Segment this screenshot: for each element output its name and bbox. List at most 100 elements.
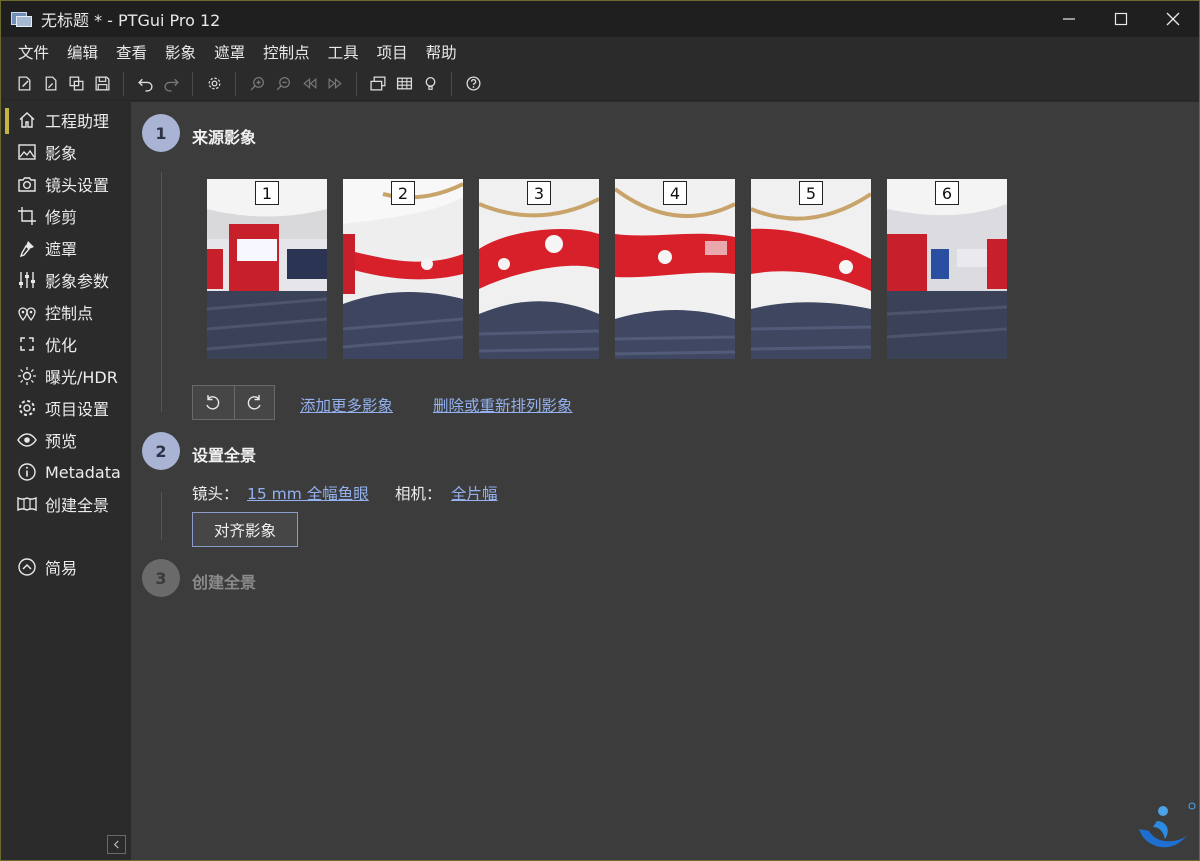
lightbulb-icon: [425, 77, 435, 90]
sidebar-item-create-panorama[interactable]: 创建全景: [1, 490, 131, 518]
toolbar-separator: [123, 71, 124, 96]
sidebar-item-image-parameters[interactable]: 影象参数: [1, 266, 131, 294]
sidebar-item-optimize[interactable]: 优化: [1, 330, 131, 358]
sidebar-item-project-assistant[interactable]: 工程助理: [1, 106, 131, 134]
grid-icon: [396, 77, 412, 90]
sidebar-item-exposure-hdr[interactable]: 曝光/HDR: [1, 362, 131, 390]
previous-button[interactable]: [296, 71, 322, 97]
zoom-in-button[interactable]: [244, 71, 270, 97]
undo-button[interactable]: [132, 71, 158, 97]
collapse-sidebar-button[interactable]: [107, 835, 126, 854]
sidebar-item-preview[interactable]: 预览: [1, 426, 131, 454]
toolbar-separator: [356, 71, 357, 96]
rotate-left-button[interactable]: [193, 386, 234, 419]
step-3-title: 创建全景: [192, 573, 257, 592]
lens-setting-link[interactable]: 15 mm 全幅鱼眼: [247, 482, 369, 504]
copy-button[interactable]: [63, 71, 89, 97]
align-images-button[interactable]: 对齐影象: [192, 512, 298, 547]
crop-icon: [18, 207, 36, 225]
image-thumbnail[interactable]: 3: [479, 179, 599, 359]
sidebar-item-label: 控制点: [45, 304, 94, 323]
panorama-icon: [17, 496, 37, 512]
ptgui-app-icon: [11, 10, 33, 28]
settings-button[interactable]: [201, 71, 227, 97]
step-1-title: 来源影象: [192, 128, 257, 147]
rewind-icon: [302, 78, 316, 89]
step-2-title: 设置全景: [192, 446, 257, 465]
rotate-left-icon: [206, 394, 220, 410]
sidebar-item-label: 预览: [45, 432, 78, 451]
thumbnail-number: 2: [391, 181, 415, 205]
menu-project[interactable]: 项目: [368, 41, 417, 63]
add-more-images-link[interactable]: 添加更多影象: [300, 394, 393, 416]
minimize-icon: [1063, 18, 1075, 20]
rotate-right-button[interactable]: [233, 386, 275, 419]
sun-icon: [18, 367, 36, 385]
close-button[interactable]: [1147, 1, 1199, 37]
delete-or-reorder-images-link[interactable]: 删除或重新排列影象: [433, 394, 573, 416]
sidebar-item-label: 曝光/HDR: [45, 368, 118, 387]
next-button[interactable]: [322, 71, 348, 97]
sidebar-item-label: 项目设置: [45, 400, 110, 419]
toolbar-separator: [235, 71, 236, 96]
minimize-button[interactable]: [1043, 1, 1095, 37]
tips-button[interactable]: [417, 71, 443, 97]
zoom-out-button[interactable]: [270, 71, 296, 97]
menu-help[interactable]: 帮助: [417, 41, 466, 63]
image-thumbnail[interactable]: 5: [751, 179, 871, 359]
sidebar-item-images[interactable]: 影象: [1, 138, 131, 166]
menu-bar: 文件 编辑 查看 影象 遮罩 控制点 工具 项目 帮助: [1, 37, 1199, 67]
panorama-editor-icon: [369, 76, 386, 91]
app-window: 无标题 * - PTGui Pro 12 文件 编辑 查看 影象 遮罩 控制点 …: [0, 0, 1200, 861]
copy-icon: [68, 76, 84, 91]
sidebar-item-lens-settings[interactable]: 镜头设置: [1, 170, 131, 198]
rotate-buttons: [192, 385, 275, 420]
menu-control-points[interactable]: 控制点: [254, 41, 319, 63]
gear-icon: [19, 400, 35, 416]
new-project-button[interactable]: [11, 71, 37, 97]
brush-icon: [19, 241, 34, 258]
save-button[interactable]: [89, 71, 115, 97]
menu-edit[interactable]: 编辑: [58, 41, 107, 63]
window-title: 无标题 * - PTGui Pro 12: [41, 11, 221, 30]
sidebar-item-label: 优化: [45, 336, 78, 355]
menu-view[interactable]: 查看: [107, 41, 156, 63]
menu-file[interactable]: 文件: [9, 41, 58, 63]
image-thumbnail[interactable]: 2: [343, 179, 463, 359]
save-icon: [94, 76, 110, 91]
panorama-editor-button[interactable]: [365, 71, 391, 97]
thumbnail-number: 6: [935, 181, 959, 205]
image-thumbnail[interactable]: 1: [207, 179, 327, 359]
sidebar-item-label: 影象: [45, 144, 78, 163]
sidebar-item-control-points[interactable]: 控制点: [1, 298, 131, 326]
sidebar-item-label: 遮罩: [45, 240, 78, 259]
maximize-button[interactable]: [1095, 1, 1147, 37]
zoom-in-icon: [250, 77, 264, 91]
sidebar-item-metadata[interactable]: Metadata: [1, 458, 131, 486]
sidebar-item-mask[interactable]: 遮罩: [1, 234, 131, 262]
maximize-icon: [1114, 12, 1128, 26]
panorama-source-image: [887, 179, 1007, 359]
simple-mode-label: 简易: [45, 559, 78, 578]
title-bar: 无标题 * - PTGui Pro 12: [1, 1, 1199, 37]
help-icon: [465, 76, 481, 91]
menu-tools[interactable]: 工具: [319, 41, 368, 63]
open-project-button[interactable]: [37, 71, 63, 97]
optimize-icon: [20, 337, 34, 351]
table-editor-button[interactable]: [391, 71, 417, 97]
image-thumbnail[interactable]: 4: [615, 179, 735, 359]
simple-mode-toggle[interactable]: 简易: [1, 553, 131, 581]
eye-icon: [17, 433, 37, 447]
image-thumbnail[interactable]: 6: [887, 179, 1007, 359]
menu-mask[interactable]: 遮罩: [205, 41, 254, 63]
camera-label: 相机：: [395, 485, 442, 503]
sidebar-item-project-settings[interactable]: 项目设置: [1, 394, 131, 422]
help-button[interactable]: [460, 71, 486, 97]
redo-button[interactable]: [158, 71, 184, 97]
menu-images[interactable]: 影象: [156, 41, 205, 63]
camera-setting-link[interactable]: 全片幅: [451, 482, 498, 504]
image-icon: [18, 144, 36, 160]
thumbnail-number: 1: [255, 181, 279, 205]
sidebar-item-label: 工程助理: [45, 112, 110, 131]
sidebar-item-crop[interactable]: 修剪: [1, 202, 131, 230]
